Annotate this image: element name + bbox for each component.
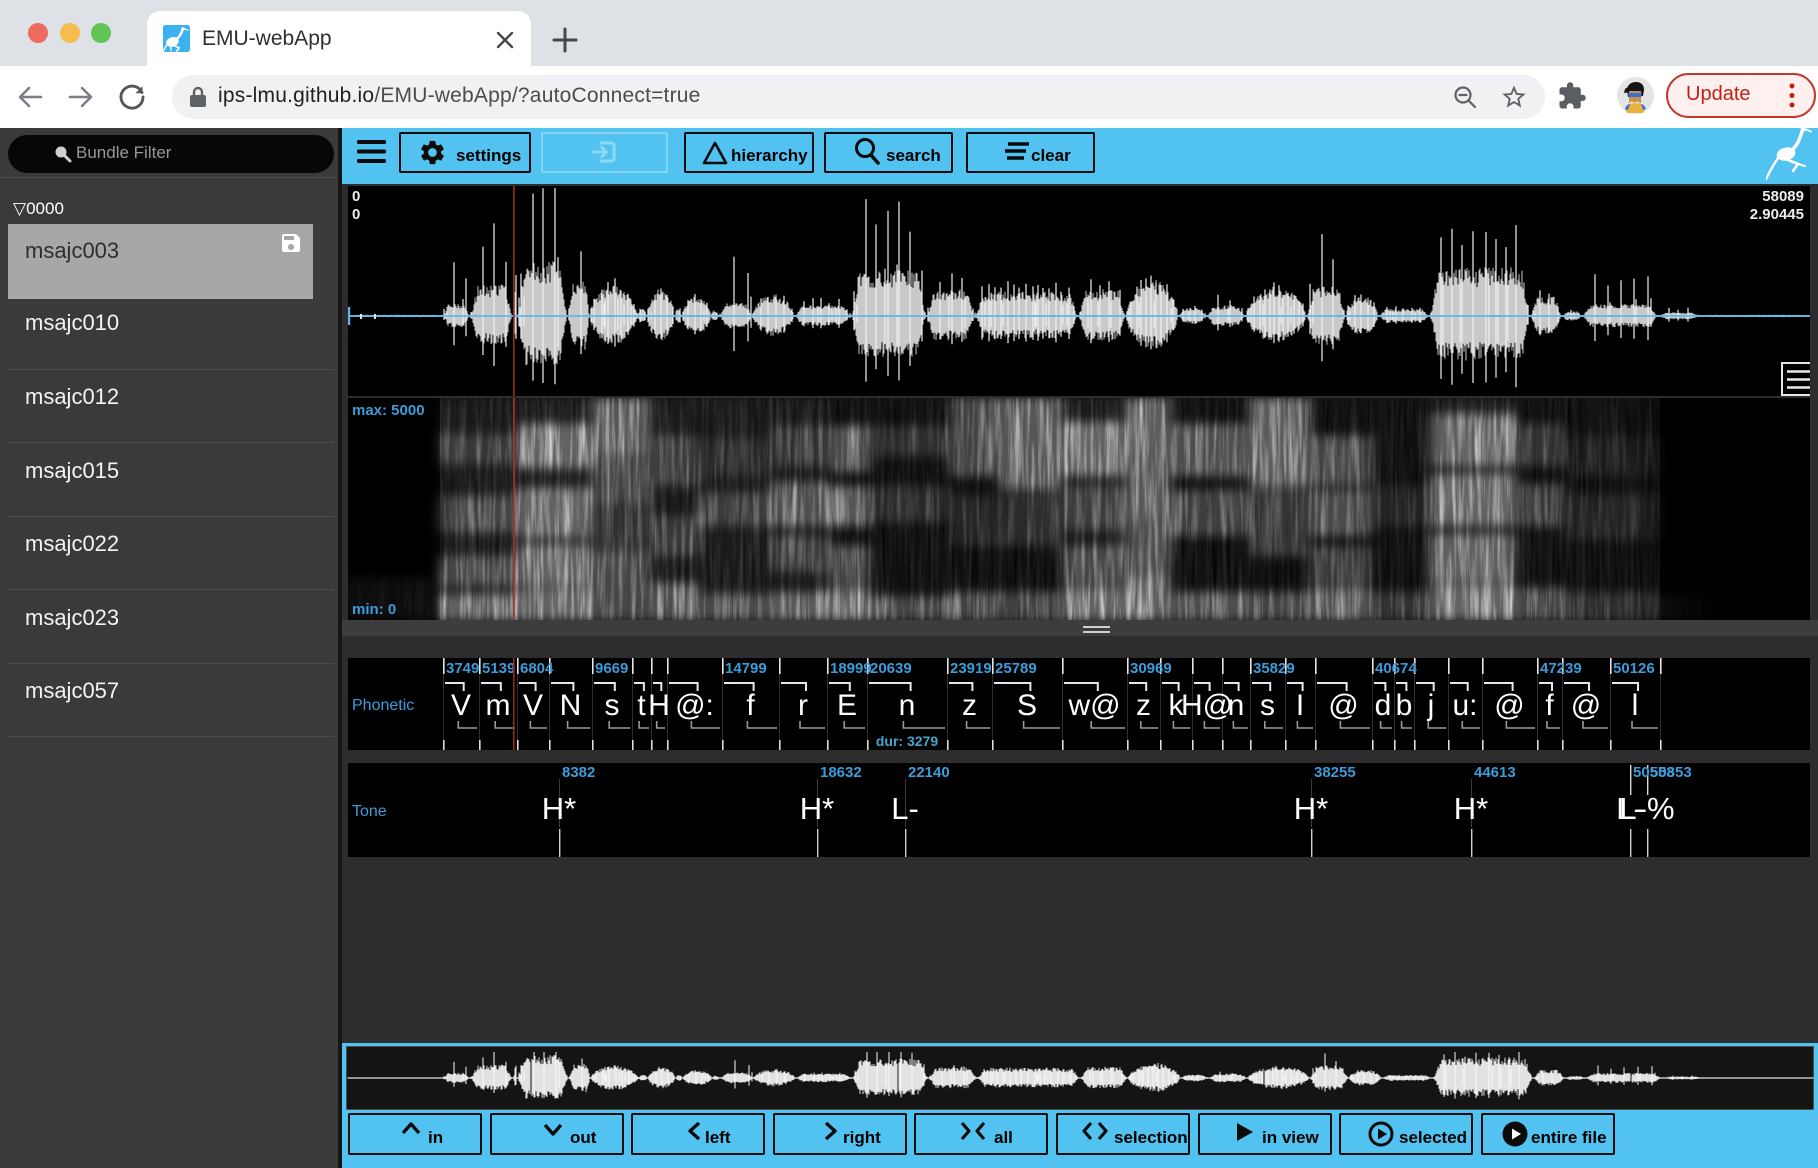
svg-text:u:: u: xyxy=(1452,689,1477,722)
svg-text:V: V xyxy=(451,689,471,722)
svg-text:s: s xyxy=(1260,689,1275,722)
svg-text:L-%: L-% xyxy=(1619,791,1674,826)
svg-text:35829: 35829 xyxy=(1253,660,1295,677)
svg-text:58089: 58089 xyxy=(1762,188,1804,205)
svg-text:max: 5000: max: 5000 xyxy=(352,402,425,419)
svg-text:L-: L- xyxy=(891,791,919,826)
svg-text:m: m xyxy=(486,689,511,722)
svg-text:Tone: Tone xyxy=(352,803,387,820)
svg-text:2.90445: 2.90445 xyxy=(1750,206,1804,223)
svg-text:9669: 9669 xyxy=(595,660,628,677)
svg-text:f: f xyxy=(746,689,755,722)
svg-text:b: b xyxy=(1396,689,1413,722)
svg-text:n: n xyxy=(1228,689,1245,722)
svg-text:30969: 30969 xyxy=(1130,660,1172,677)
svg-text:0: 0 xyxy=(352,188,360,205)
svg-text:w@: w@ xyxy=(1067,689,1120,722)
svg-text:t: t xyxy=(637,689,646,722)
svg-text:H*: H* xyxy=(1454,791,1488,826)
svg-text:22140: 22140 xyxy=(908,764,950,781)
svg-text:z: z xyxy=(1136,689,1151,722)
svg-text:18999: 18999 xyxy=(830,660,872,677)
svg-text:Phonetic: Phonetic xyxy=(352,697,414,714)
svg-text:s: s xyxy=(605,689,620,722)
svg-text:23919: 23919 xyxy=(950,660,992,677)
svg-text:44613: 44613 xyxy=(1474,764,1516,781)
svg-text:3749: 3749 xyxy=(446,660,479,677)
svg-text:50853: 50853 xyxy=(1650,764,1692,781)
svg-text:z: z xyxy=(962,689,977,722)
svg-text:dur: 3279: dur: 3279 xyxy=(876,733,938,749)
svg-text:H*: H* xyxy=(542,791,576,826)
svg-text:V: V xyxy=(523,689,543,722)
svg-text:l: l xyxy=(1632,689,1639,722)
svg-text:S: S xyxy=(1017,689,1037,722)
svg-text:38255: 38255 xyxy=(1314,764,1356,781)
svg-text:@: @ xyxy=(1328,689,1358,722)
svg-text:50126: 50126 xyxy=(1613,660,1655,677)
svg-text:H*: H* xyxy=(800,791,834,826)
svg-text:H: H xyxy=(648,689,670,722)
svg-text:0: 0 xyxy=(352,206,360,223)
svg-text:j: j xyxy=(1427,689,1435,722)
svg-text:N: N xyxy=(560,689,582,722)
svg-text:@:: @: xyxy=(675,689,714,722)
svg-text:5139: 5139 xyxy=(482,660,515,677)
svg-text:r: r xyxy=(798,689,808,722)
svg-text:E: E xyxy=(837,689,857,722)
svg-text:f: f xyxy=(1545,689,1554,722)
svg-text:8382: 8382 xyxy=(562,764,595,781)
svg-text:min: 0: min: 0 xyxy=(352,601,396,618)
svg-text:d: d xyxy=(1375,689,1392,722)
svg-text:I: I xyxy=(1296,689,1304,722)
svg-text:H@: H@ xyxy=(1181,689,1233,722)
svg-text:40674: 40674 xyxy=(1375,660,1417,677)
svg-text:47239: 47239 xyxy=(1540,660,1582,677)
svg-text:6804: 6804 xyxy=(520,660,554,677)
svg-text:H*: H* xyxy=(1294,791,1328,826)
svg-text:n: n xyxy=(899,689,916,722)
svg-text:18632: 18632 xyxy=(820,764,862,781)
svg-text:14799: 14799 xyxy=(725,660,767,677)
svg-text:20639: 20639 xyxy=(870,660,912,677)
svg-text:25789: 25789 xyxy=(995,660,1037,677)
svg-text:@: @ xyxy=(1494,689,1524,722)
svg-text:@: @ xyxy=(1571,689,1601,722)
